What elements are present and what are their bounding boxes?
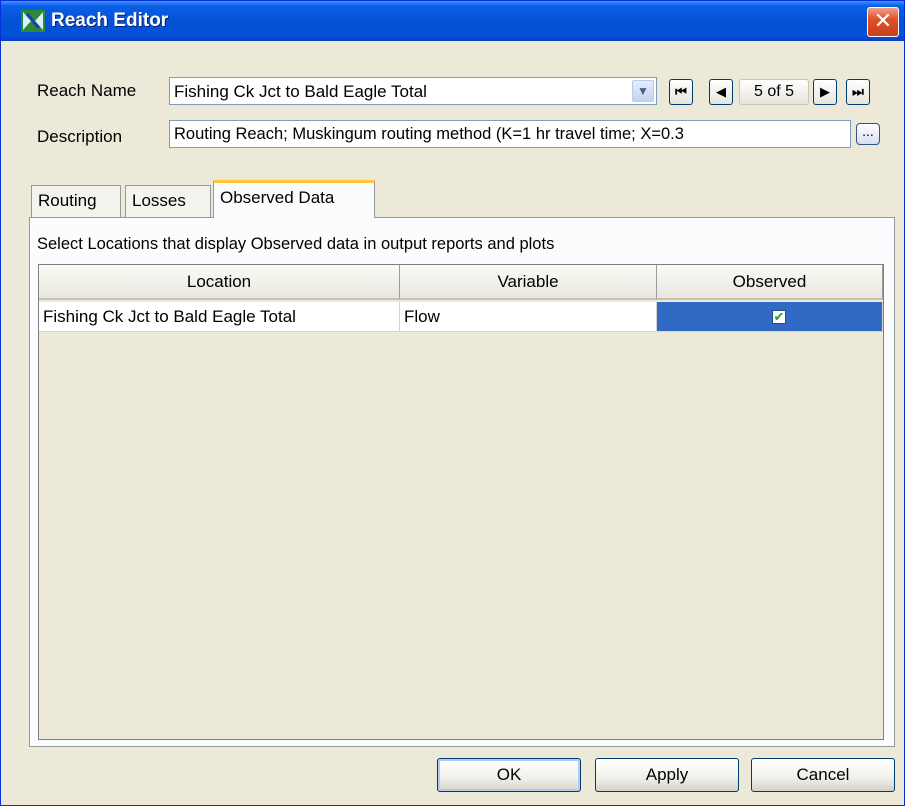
observed-checkbox[interactable]: ✔ (772, 310, 786, 324)
next-record-button[interactable]: ▶ (813, 79, 837, 105)
apply-button[interactable]: Apply (595, 758, 739, 792)
title-bar[interactable]: Reach Editor ✕ (1, 1, 904, 41)
previous-record-button[interactable]: ◀ (709, 79, 733, 105)
checkmark-icon: ✔ (773, 309, 785, 324)
step-forward-icon: ▶ (820, 84, 830, 99)
record-position: 5 of 5 (739, 79, 809, 105)
observed-data-table: Location Variable Observed Fishing Ck Jc… (38, 264, 884, 740)
reach-name-value: Fishing Ck Jct to Bald Eagle Total (174, 82, 427, 101)
last-record-button[interactable]: ⏭ (846, 79, 870, 105)
description-edit-button[interactable]: ... (856, 123, 880, 145)
skip-last-icon: ⏭ (852, 84, 864, 99)
step-back-icon: ◀ (716, 84, 726, 99)
description-field[interactable]: Routing Reach; Muskingum routing method … (169, 120, 851, 148)
chevron-down-icon[interactable]: ▼ (632, 80, 654, 102)
table-cell-location[interactable]: Fishing Ck Jct to Bald Eagle Total (39, 302, 400, 332)
column-header-observed[interactable]: Observed (657, 265, 883, 300)
tab-routing[interactable]: Routing (31, 185, 121, 217)
tab-observed-data-label: Observed Data (220, 188, 335, 207)
cancel-button[interactable]: Cancel (751, 758, 895, 792)
reach-app-icon (21, 10, 45, 32)
tab-losses[interactable]: Losses (125, 185, 211, 217)
window-title: Reach Editor (51, 10, 169, 31)
reach-name-dropdown[interactable]: Fishing Ck Jct to Bald Eagle Total ▼ (169, 77, 657, 105)
tab-losses-label: Losses (132, 191, 186, 210)
tab-observed-data[interactable]: Observed Data (213, 180, 375, 218)
reach-editor-window: Reach Editor ✕ Reach Name Fishing Ck Jct… (0, 0, 905, 806)
skip-first-icon: ⏮ (675, 84, 687, 99)
panel-caption: Select Locations that display Observed d… (37, 235, 555, 253)
first-record-button[interactable]: ⏮ (669, 79, 693, 105)
table-cell-observed[interactable]: ✔ (657, 302, 883, 332)
column-header-location[interactable]: Location (39, 265, 400, 300)
tab-routing-label: Routing (38, 191, 97, 210)
close-button[interactable]: ✕ (867, 7, 899, 37)
ok-button[interactable]: OK (437, 758, 581, 792)
description-label: Description (37, 127, 123, 146)
close-icon: ✕ (873, 8, 893, 33)
table-cell-variable[interactable]: Flow (400, 302, 657, 332)
reach-name-label: Reach Name (37, 81, 137, 100)
column-header-variable[interactable]: Variable (400, 265, 657, 300)
